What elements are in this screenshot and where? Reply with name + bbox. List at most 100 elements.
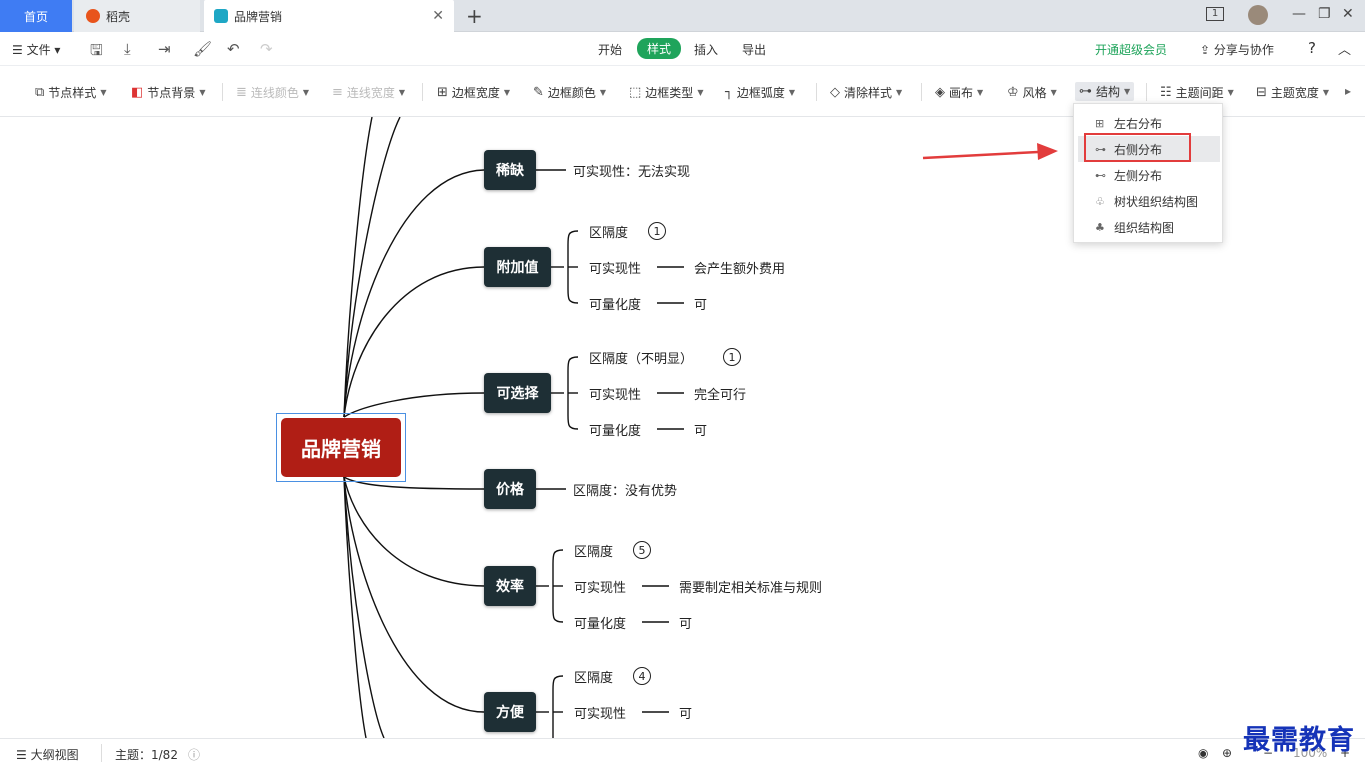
branch-node-scarce[interactable]: 稀缺 [484,150,536,190]
avatar[interactable] [1248,5,1268,25]
outline-view-button[interactable]: ☰ 大纲视图 [16,746,79,763]
file-menu[interactable]: ☰ 文件 ▾ [12,41,60,58]
eye-icon[interactable]: ◉ [1198,746,1208,760]
leaf-label[interactable]: 可量化度 [589,420,641,439]
connector-line [343,476,485,587]
leaf-value[interactable]: 可 [694,294,707,313]
leaf-value[interactable]: 可 [679,703,692,722]
tab-mindmap-doc[interactable]: 品牌营销 ✕ [204,0,454,32]
file-menu-label: 文件 [26,43,51,57]
leaf-value[interactable]: 可 [679,613,692,632]
topic-spacing-label: 主题间距 [1175,86,1224,100]
line-color-button[interactable]: ≣ 连线颜色 ▼ [236,84,309,101]
connector-line [343,476,485,713]
close-tab-icon[interactable]: ✕ [432,8,444,24]
leaf-value[interactable]: 可 [694,420,707,439]
border-type-button[interactable]: ⬚ 边框类型 ▼ [629,84,703,101]
redo-icon[interactable]: ↷ [260,40,273,58]
ribbon-scroll-right-icon[interactable]: ▸ [1345,84,1351,98]
node-bg-label: 节点背景 [147,86,196,100]
leaf-label[interactable]: 可量化度 [589,294,641,313]
tab-home[interactable]: 首页 [0,0,72,32]
leaf-label[interactable]: 区隔度：没有优势 [573,480,677,499]
branch-node-added-value[interactable]: 附加值 [484,247,551,287]
structure-button[interactable]: ⊶ 结构 ▼ [1075,82,1135,101]
leaf-label[interactable]: 区隔度（不明显） [589,348,693,367]
org-chart-icon: ♣ [1095,220,1105,234]
leaf-label[interactable]: 可实现性 [574,703,626,722]
chevron-down-icon: ▼ [100,88,107,97]
topic-spacing-button[interactable]: ☷ 主题间距 ▼ [1160,84,1234,101]
tab-export[interactable]: 导出 [742,41,766,58]
leaf-value[interactable]: 完全可行 [694,384,746,403]
leaf-value[interactable]: 需要制定相关标准与规则 [679,577,822,596]
tab-start[interactable]: 开始 [598,41,622,58]
canvas-label: 画布 [949,86,974,100]
leaf-label[interactable]: 可实现性 [574,577,626,596]
structure-option-tree-org[interactable]: ♧ 树状组织结构图 [1078,188,1220,214]
share-button[interactable]: ⇪ 分享与协作 [1200,41,1274,58]
root-node[interactable]: 品牌营销 [281,418,401,477]
locate-icon[interactable]: ⊕ [1222,746,1232,760]
topic-count: 主题：1/82 [115,748,178,762]
format-painter-icon[interactable]: 🖌 [193,40,212,58]
option-label: 树状组织结构图 [1114,194,1199,209]
chevron-down-icon: ▼ [398,88,406,97]
theme-style-button[interactable]: ♔ 风格 ▼ [1007,84,1057,101]
watermark: 最需教育 [1243,725,1355,756]
leaf-label[interactable]: 可实现性 [589,384,641,403]
add-tab-icon[interactable]: + [466,4,483,28]
chevron-down-icon: ▼ [896,88,903,97]
option-label: 组织结构图 [1114,220,1175,235]
structure-dropdown: ⊞ 左右分布 ⊶ 右侧分布 ⊷ 左侧分布 ♧ 树状组织结构图 ♣ 组织结构图 [1073,103,1223,243]
tab-insert[interactable]: 插入 [694,41,718,58]
border-color-button[interactable]: ✎ 边框颜色 ▼ [533,84,606,101]
tab-daoke[interactable]: 稻壳 [74,0,200,32]
branch-node-efficiency[interactable]: 效率 [484,566,536,606]
border-radius-button[interactable]: ┐ 边框弧度 ▼ [725,84,795,101]
leaf-label[interactable]: 区隔度 [574,667,613,686]
branch-node-selectable[interactable]: 可选择 [484,373,551,413]
annotation-arrow-head [1037,143,1058,160]
save-icon[interactable]: 🖫 [90,40,103,65]
daoke-icon [86,9,100,23]
leaf-label[interactable]: 区隔度 [589,222,628,241]
window-count-badge[interactable]: 1 [1206,7,1224,21]
share-icon: ⇪ [1200,43,1214,57]
priority-badge: 1 [648,222,666,240]
close-window-icon[interactable]: ✕ [1342,6,1354,22]
leaf-value[interactable]: 会产生额外费用 [694,258,785,277]
line-width-button[interactable]: ≡ 连线宽度 ▼ [332,84,405,101]
help-icon[interactable]: ? [1308,39,1316,57]
connector-line [343,169,485,418]
export-icon[interactable]: ⇥ [158,40,171,58]
chevron-down-icon: ▼ [199,88,206,97]
status-bar: ☰ 大纲视图 主题：1/82 ⓘ ◉ ⊕ − 100% + [0,738,1365,768]
width-icon: ⊟ [1256,85,1267,100]
minimize-icon[interactable]: — [1292,6,1306,22]
structure-option-left[interactable]: ⊷ 左侧分布 [1078,162,1220,188]
leaf-label[interactable]: 可实现性 [589,258,641,277]
option-label: 左侧分布 [1114,168,1163,183]
structure-option-org[interactable]: ♣ 组织结构图 [1078,214,1220,240]
border-width-button[interactable]: ⊞ 边框宽度 ▼ [437,84,510,101]
highlight-box [1084,133,1191,162]
clear-style-button[interactable]: ◇ 清除样式 ▼ [830,84,902,101]
help-circle-icon[interactable]: ⓘ [188,746,200,763]
topic-width-button[interactable]: ⊟ 主题宽度 ▼ [1256,84,1329,101]
vip-link[interactable]: 开通超级会员 [1095,41,1167,58]
leaf-label[interactable]: 可实现性：无法实现 [573,161,690,180]
tab-style[interactable]: 样式 [637,38,682,59]
undo-icon[interactable]: ↶ [227,40,240,58]
node-style-button[interactable]: ⧉ 节点样式 ▼ [35,84,106,101]
branch-node-convenience[interactable]: 方便 [484,692,536,732]
download-icon[interactable]: ⤓ [124,40,131,58]
collapse-ribbon-icon[interactable]: ︿ [1338,39,1351,58]
branch-node-price[interactable]: 价格 [484,469,536,509]
border-width-label: 边框宽度 [451,86,500,100]
restore-icon[interactable]: ❐ [1318,6,1331,22]
node-bg-button[interactable]: ◧ 节点背景 ▼ [131,84,205,101]
leaf-label[interactable]: 可量化度 [574,613,626,632]
canvas-button[interactable]: ◈ 画布 ▼ [935,84,983,101]
leaf-label[interactable]: 区隔度 [574,541,613,560]
